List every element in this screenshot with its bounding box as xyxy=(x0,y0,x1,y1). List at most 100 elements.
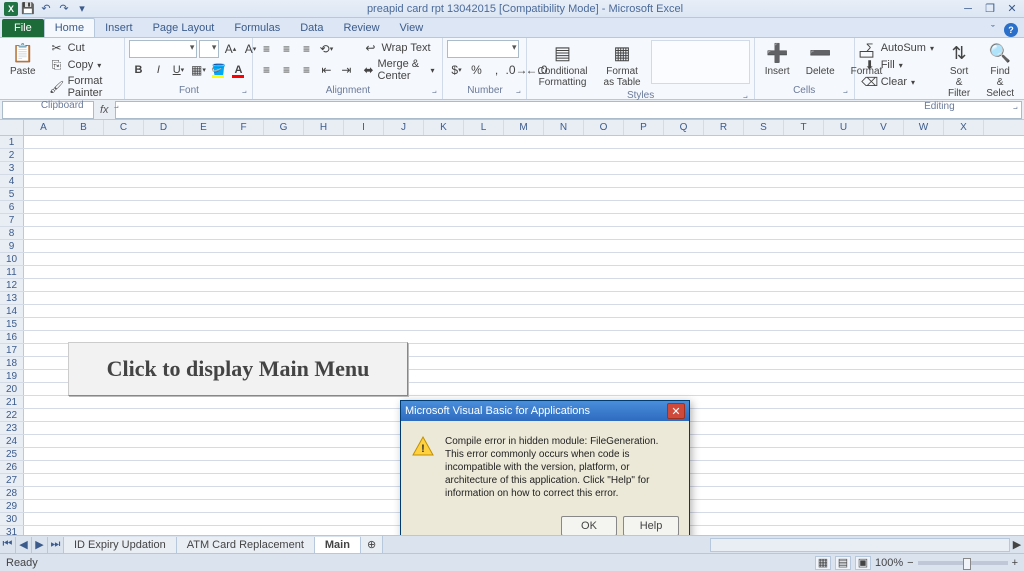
column-header[interactable]: X xyxy=(944,120,984,135)
close-icon[interactable]: ✕ xyxy=(1004,2,1020,16)
row-header[interactable]: 31 xyxy=(0,526,24,535)
row-header[interactable]: 21 xyxy=(0,396,24,408)
sheet-nav-last-icon[interactable]: ⏭ xyxy=(48,537,64,553)
undo-icon[interactable]: ↶ xyxy=(38,1,54,17)
column-header[interactable]: D xyxy=(144,120,184,135)
column-header[interactable]: P xyxy=(624,120,664,135)
cell-styles-gallery[interactable] xyxy=(651,40,750,84)
sheet-tab-main[interactable]: Main xyxy=(315,537,361,553)
row-header[interactable]: 12 xyxy=(0,279,24,291)
font-color-icon[interactable]: A xyxy=(229,61,247,79)
column-header[interactable]: A xyxy=(24,120,64,135)
align-bottom-icon[interactable]: ≡ xyxy=(297,40,315,58)
scroll-right-icon[interactable]: ▶ xyxy=(1010,538,1024,551)
align-center-icon[interactable]: ≡ xyxy=(277,61,295,79)
font-selector[interactable] xyxy=(129,40,197,58)
align-top-icon[interactable]: ≡ xyxy=(257,40,275,58)
merge-center-button[interactable]: ⬌Merge & Center▾ xyxy=(359,57,438,83)
column-header[interactable]: E xyxy=(184,120,224,135)
align-left-icon[interactable]: ≡ xyxy=(257,61,275,79)
new-sheet-icon[interactable]: ⊕ xyxy=(361,536,383,553)
format-painter-button[interactable]: 🖌Format Painter xyxy=(46,74,121,100)
save-icon[interactable]: 💾 xyxy=(20,1,36,17)
minimize-icon[interactable]: ─ xyxy=(960,2,976,16)
column-header[interactable]: U xyxy=(824,120,864,135)
row-header[interactable]: 18 xyxy=(0,357,24,369)
column-header[interactable]: C xyxy=(104,120,144,135)
row-header[interactable]: 4 xyxy=(0,175,24,187)
number-format-selector[interactable] xyxy=(447,40,519,58)
row-header[interactable]: 7 xyxy=(0,214,24,226)
sheet-tab-atm-card[interactable]: ATM Card Replacement xyxy=(177,537,315,553)
column-header[interactable]: M xyxy=(504,120,544,135)
column-header[interactable]: G xyxy=(264,120,304,135)
column-header[interactable]: S xyxy=(744,120,784,135)
zoom-slider[interactable] xyxy=(918,561,1008,565)
row-header[interactable]: 16 xyxy=(0,331,24,343)
tab-home[interactable]: Home xyxy=(44,18,95,37)
tab-insert[interactable]: Insert xyxy=(95,19,143,37)
row-header[interactable]: 2 xyxy=(0,149,24,161)
excel-icon[interactable]: X xyxy=(4,2,18,16)
column-header[interactable]: T xyxy=(784,120,824,135)
conditional-formatting-button[interactable]: ▤ Conditional Formatting xyxy=(531,40,593,90)
column-header[interactable]: N xyxy=(544,120,584,135)
row-header[interactable]: 24 xyxy=(0,435,24,447)
increase-font-icon[interactable]: A▴ xyxy=(221,40,239,58)
main-menu-button[interactable]: Click to display Main Menu xyxy=(68,342,408,396)
row-header[interactable]: 11 xyxy=(0,266,24,278)
row-header[interactable]: 10 xyxy=(0,253,24,265)
sort-filter-button[interactable]: ⇅Sort & Filter xyxy=(942,40,976,101)
tab-data[interactable]: Data xyxy=(290,19,333,37)
zoom-level[interactable]: 100% xyxy=(875,557,903,569)
row-header[interactable]: 26 xyxy=(0,461,24,473)
column-header[interactable]: F xyxy=(224,120,264,135)
qat-dropdown-icon[interactable]: ▾ xyxy=(74,1,90,17)
redo-icon[interactable]: ↷ xyxy=(56,1,72,17)
percent-icon[interactable]: % xyxy=(467,61,485,79)
column-header[interactable]: V xyxy=(864,120,904,135)
column-header[interactable]: W xyxy=(904,120,944,135)
column-header[interactable]: L xyxy=(464,120,504,135)
row-header[interactable]: 20 xyxy=(0,383,24,395)
comma-icon[interactable]: , xyxy=(487,61,505,79)
row-header[interactable]: 14 xyxy=(0,305,24,317)
copy-button[interactable]: ⎘Copy▾ xyxy=(46,57,121,73)
row-header[interactable]: 9 xyxy=(0,240,24,252)
delete-button[interactable]: ➖Delete xyxy=(800,40,841,79)
increase-indent-icon[interactable]: ⇥ xyxy=(337,61,355,79)
sheet-nav-next-icon[interactable]: ▶ xyxy=(32,537,48,553)
row-header[interactable]: 6 xyxy=(0,201,24,213)
column-header[interactable]: K xyxy=(424,120,464,135)
row-header[interactable]: 5 xyxy=(0,188,24,200)
bold-icon[interactable]: B xyxy=(129,61,147,79)
paste-button[interactable]: 📋 Paste xyxy=(4,40,42,79)
sheet-nav-prev-icon[interactable]: ◀ xyxy=(16,537,32,553)
select-all-corner[interactable] xyxy=(0,120,24,135)
tab-review[interactable]: Review xyxy=(333,19,389,37)
column-header[interactable]: J xyxy=(384,120,424,135)
currency-icon[interactable]: $▾ xyxy=(447,61,465,79)
zoom-in-icon[interactable]: + xyxy=(1012,557,1018,569)
tab-view[interactable]: View xyxy=(390,19,434,37)
row-header[interactable]: 1 xyxy=(0,136,24,148)
dialog-close-icon[interactable]: ✕ xyxy=(667,403,685,419)
row-header[interactable]: 25 xyxy=(0,448,24,460)
minimize-ribbon-icon[interactable]: ˇ xyxy=(986,23,1000,37)
align-right-icon[interactable]: ≡ xyxy=(297,61,315,79)
row-header[interactable]: 13 xyxy=(0,292,24,304)
border-icon[interactable]: ▦▾ xyxy=(189,61,207,79)
tab-page-layout[interactable]: Page Layout xyxy=(143,19,225,37)
clear-button[interactable]: ⌫Clear▾ xyxy=(859,74,938,90)
insert-button[interactable]: ➕Insert xyxy=(759,40,796,79)
row-header[interactable]: 29 xyxy=(0,500,24,512)
wrap-text-button[interactable]: ↩Wrap Text xyxy=(359,40,438,56)
format-as-table-button[interactable]: ▦ Format as Table xyxy=(598,40,647,90)
dialog-ok-button[interactable]: OK xyxy=(561,516,617,535)
dialog-help-button[interactable]: Help xyxy=(623,516,679,535)
find-select-button[interactable]: 🔍Find & Select xyxy=(980,40,1020,101)
row-header[interactable]: 17 xyxy=(0,344,24,356)
row-header[interactable]: 27 xyxy=(0,474,24,486)
dialog-titlebar[interactable]: Microsoft Visual Basic for Applications … xyxy=(401,401,689,421)
view-normal-icon[interactable]: ▦ xyxy=(815,556,831,570)
